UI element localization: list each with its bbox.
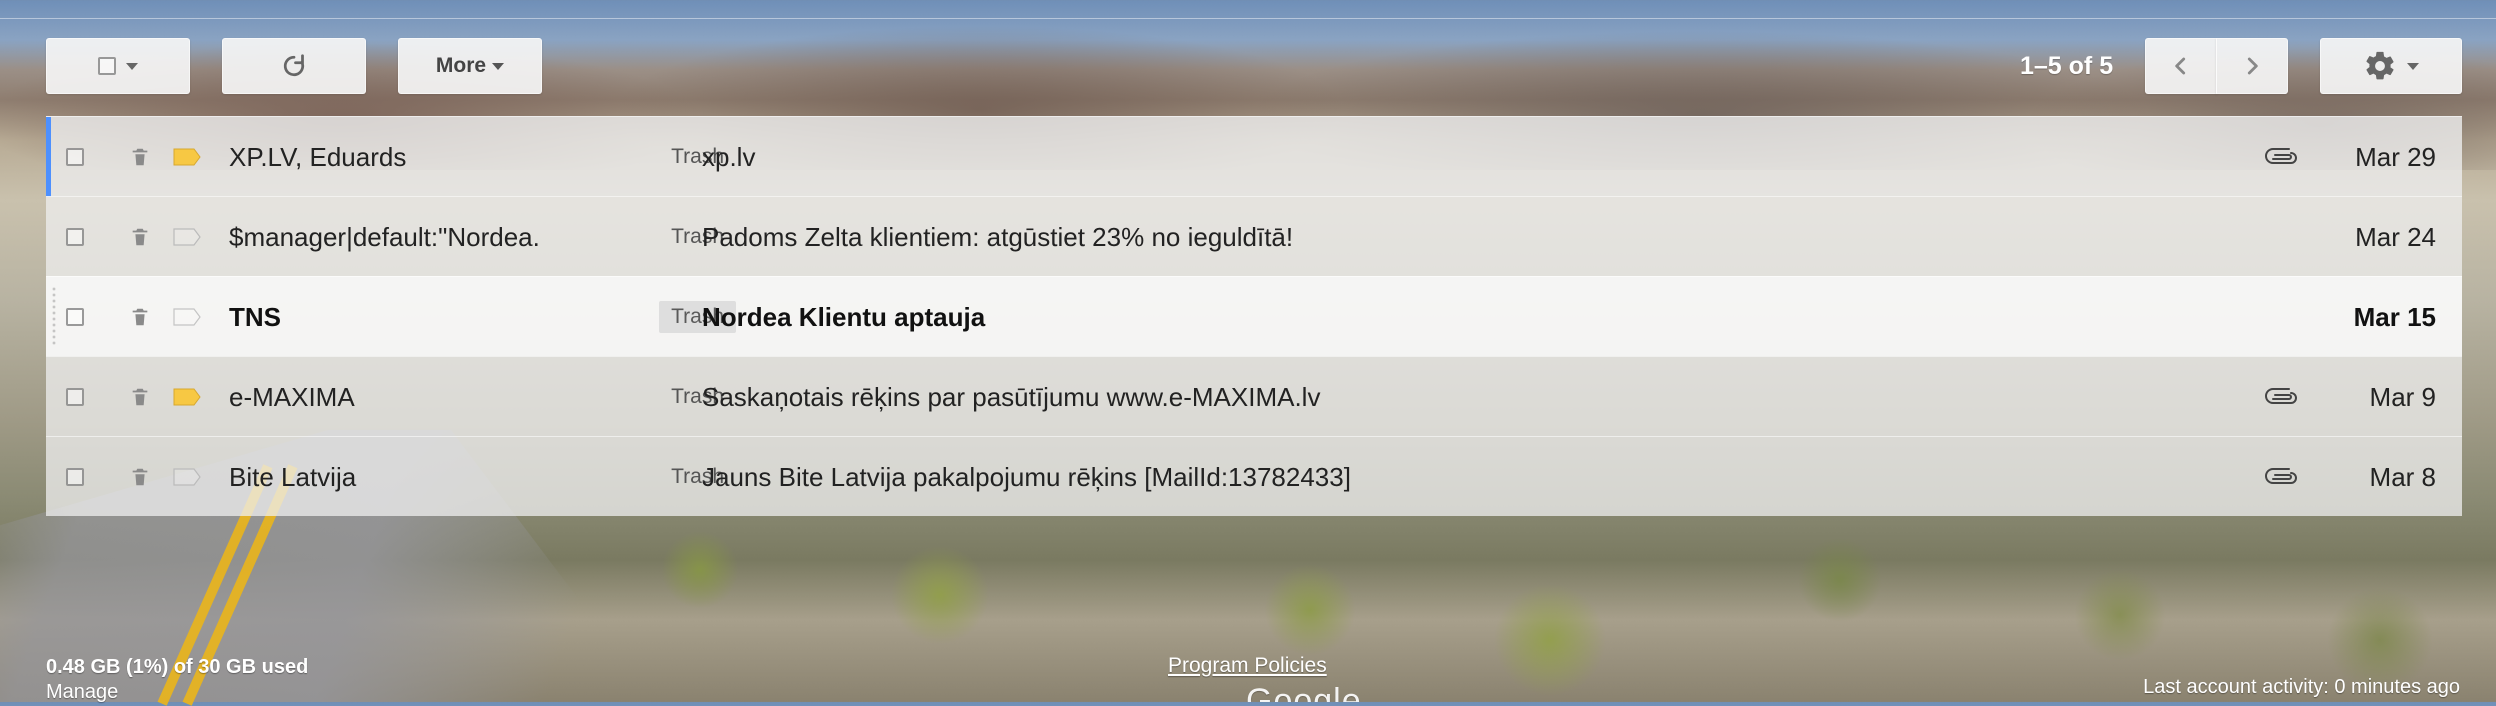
sender-name: Bite Latvija — [229, 461, 357, 492]
chevron-down-icon — [126, 62, 138, 70]
message-row[interactable]: $manager|default:"Nordea. Trash Padoms Z… — [46, 196, 2462, 276]
delete-cell[interactable] — [120, 437, 160, 517]
label-cell[interactable] — [167, 277, 207, 357]
attachment-cell — [2256, 437, 2306, 517]
date-text: Mar 29 — [2355, 141, 2436, 172]
message-row[interactable]: XP.LV, Eduards Trash xp.lv Mar 29 — [46, 116, 2462, 197]
chevron-right-icon — [2239, 53, 2265, 79]
google-wordmark: Google — [1246, 682, 1362, 702]
row-checkbox[interactable] — [66, 388, 84, 406]
previous-page-button[interactable] — [2145, 38, 2217, 94]
select-menu-button[interactable] — [46, 38, 190, 94]
refresh-icon — [279, 51, 309, 81]
trash-icon[interactable] — [129, 145, 151, 169]
label-icon[interactable] — [172, 467, 202, 487]
trash-icon[interactable] — [129, 225, 151, 249]
delete-cell[interactable] — [120, 277, 160, 357]
next-page-button[interactable] — [2216, 38, 2288, 94]
delete-cell[interactable] — [120, 117, 160, 197]
chevron-down-icon — [2407, 62, 2419, 70]
subject-text: Nordea Klientu aptauja — [702, 301, 986, 332]
background-shrubs — [520, 500, 2496, 702]
chevron-down-icon — [492, 62, 505, 70]
date-text: Mar 24 — [2355, 221, 2436, 252]
chevron-left-icon — [2168, 53, 2194, 79]
paperclip-icon — [2263, 385, 2299, 409]
row-select-cell[interactable] — [66, 197, 106, 277]
sender-name: $manager|default:"Nordea. — [229, 221, 540, 252]
label-cell[interactable] — [167, 437, 207, 517]
label-icon[interactable] — [172, 387, 202, 407]
attachment-cell — [2256, 117, 2306, 197]
delete-cell[interactable] — [120, 357, 160, 437]
paperclip-icon — [2263, 145, 2299, 169]
row-select-cell[interactable] — [66, 437, 106, 517]
storage-usage: 0.48 GB (1%) of 30 GB used Manage — [46, 656, 308, 704]
delete-cell[interactable] — [120, 197, 160, 277]
message-list: XP.LV, Eduards Trash xp.lv Mar 29 $manag… — [46, 116, 2462, 516]
more-button[interactable]: More — [398, 38, 542, 94]
subject-text: xp.lv — [702, 141, 756, 172]
select-checkbox-icon[interactable] — [98, 57, 116, 75]
label-cell[interactable] — [167, 117, 207, 197]
label-cell[interactable] — [167, 357, 207, 437]
pagination-text: 1–5 of 5 — [2020, 51, 2114, 80]
attachment-cell — [2256, 197, 2306, 277]
row-checkbox[interactable] — [66, 148, 84, 166]
attachment-cell — [2256, 357, 2306, 437]
label-icon[interactable] — [172, 307, 202, 327]
sender-name: TNS — [229, 301, 281, 332]
more-button-label: More — [435, 54, 487, 77]
label-icon[interactable] — [172, 227, 202, 247]
message-row[interactable]: TNS Trash Nordea Klientu aptauja Mar 15 — [46, 276, 2462, 356]
toolbar: More 1–5 of 5 — [0, 38, 2496, 98]
attachment-cell — [2256, 277, 2306, 357]
refresh-button[interactable] — [222, 38, 366, 94]
date-text: Mar 9 — [2369, 381, 2436, 412]
gear-icon — [2363, 49, 2397, 83]
account-activity: Last account activity: 0 minutes ago — [2143, 676, 2460, 698]
subject-text: Padoms Zelta klientiem: atgūstiet 23% no… — [702, 221, 1294, 252]
row-checkbox[interactable] — [66, 468, 84, 486]
sender-name: XP.LV, Eduards — [229, 141, 407, 172]
settings-button[interactable] — [2320, 38, 2462, 94]
row-select-cell[interactable] — [66, 117, 106, 197]
date-text: Mar 15 — [2353, 301, 2436, 332]
label-cell[interactable] — [167, 197, 207, 277]
trash-icon[interactable] — [129, 305, 151, 329]
program-policies-link[interactable]: Program Policies — [1168, 654, 1327, 678]
row-checkbox[interactable] — [66, 308, 84, 326]
row-select-cell[interactable] — [66, 357, 106, 437]
message-row[interactable]: e-MAXIMA Trash Saskaņotais rēķins par pa… — [46, 356, 2462, 436]
message-row[interactable]: Bite Latvija Trash Jauns Bite Latvija pa… — [46, 436, 2462, 516]
storage-text: 0.48 GB (1%) of 30 GB used — [46, 656, 309, 678]
subject-text: Jauns Bite Latvija pakalpojumu rēķins [M… — [702, 461, 1351, 492]
row-checkbox[interactable] — [66, 228, 84, 246]
trash-icon[interactable] — [129, 385, 151, 409]
trash-icon[interactable] — [129, 465, 151, 489]
top-divider — [0, 18, 2496, 19]
sender-name: e-MAXIMA — [229, 381, 355, 412]
paperclip-icon — [2263, 465, 2299, 489]
manage-link[interactable]: Manage — [46, 681, 308, 704]
row-select-cell[interactable] — [66, 277, 106, 357]
date-text: Mar 8 — [2369, 461, 2436, 492]
subject-text: Saskaņotais rēķins par pasūtījumu www.e-… — [702, 381, 1321, 412]
label-icon[interactable] — [172, 147, 202, 167]
